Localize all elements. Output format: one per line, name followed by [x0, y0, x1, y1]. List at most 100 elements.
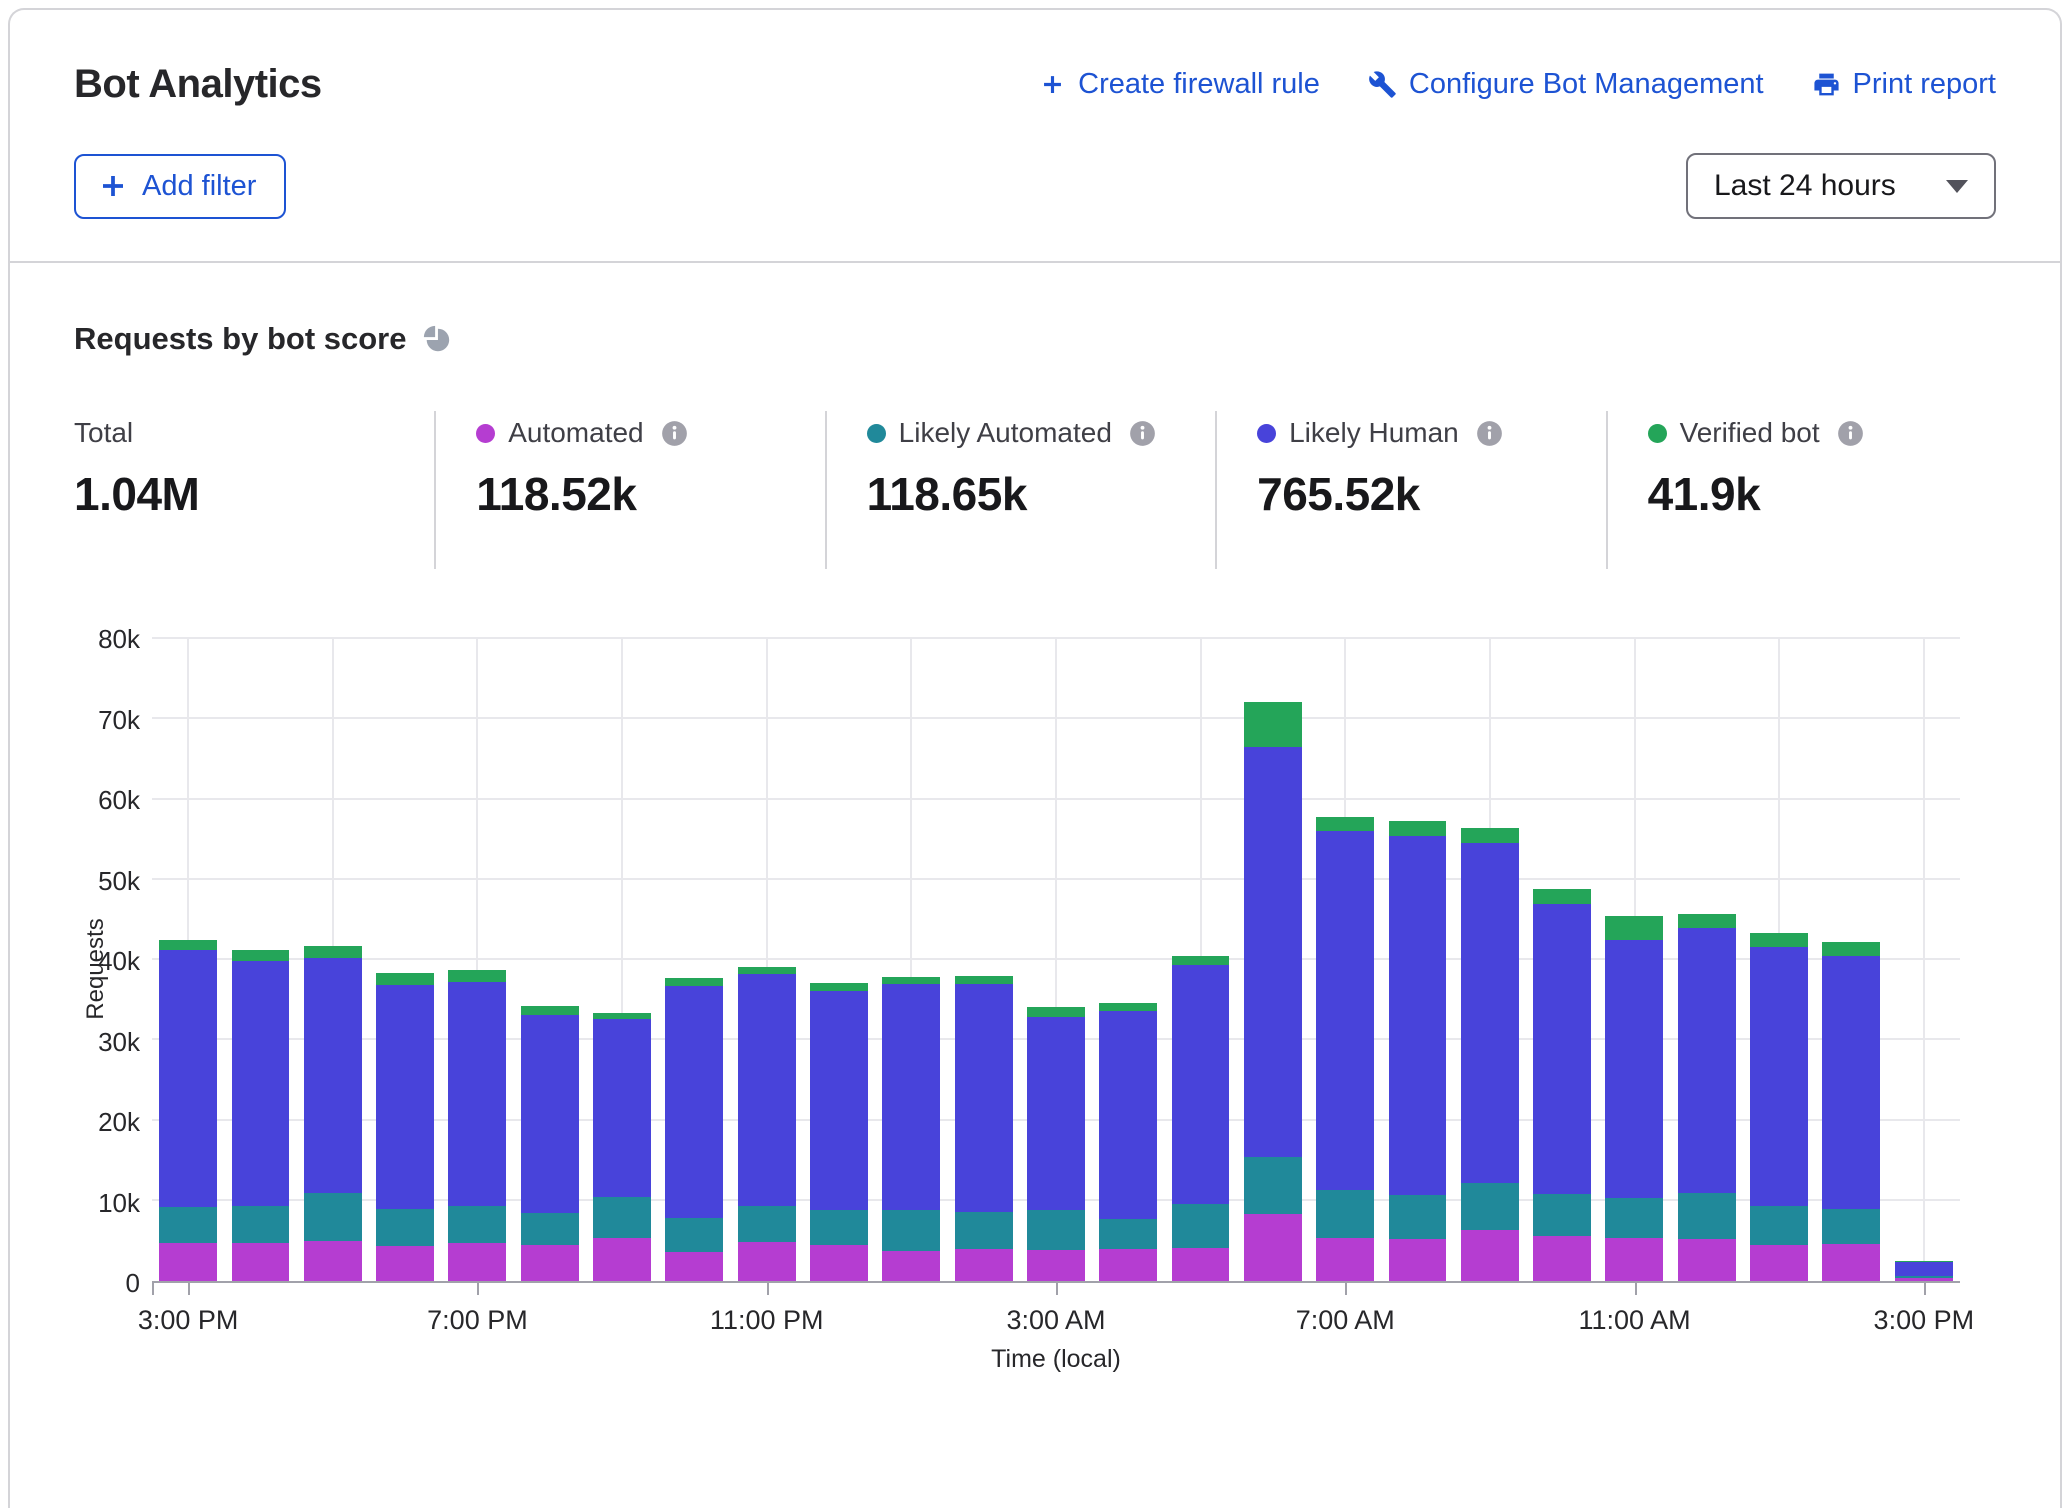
bar-7-00-am-16[interactable]	[1309, 639, 1381, 1281]
segment-automated	[232, 1243, 290, 1281]
bar-7-00-pm-4[interactable]	[441, 639, 513, 1281]
x-axis-tick	[152, 1283, 154, 1295]
bar-12-00-pm-21[interactable]	[1671, 639, 1743, 1281]
x-tick-label: 3:00 AM	[1006, 1305, 1105, 1336]
segment-verified-bot	[1099, 1003, 1157, 1012]
bar-10-00-pm-7[interactable]	[658, 639, 730, 1281]
configure-bot-management-label: Configure Bot Management	[1409, 68, 1764, 101]
stacked-bar[interactable]	[1895, 639, 1953, 1281]
bar-11-00-pm-8[interactable]	[731, 639, 803, 1281]
configure-bot-management-link[interactable]: Configure Bot Management	[1368, 68, 1764, 101]
info-icon[interactable]	[1837, 420, 1864, 447]
stacked-bar[interactable]	[1605, 639, 1663, 1281]
segment-likely-automated	[738, 1206, 796, 1242]
stacked-bar[interactable]	[955, 639, 1013, 1281]
bar-6-00-pm-3[interactable]	[369, 639, 441, 1281]
segment-likely-human	[1533, 904, 1591, 1195]
y-tick-label: 20k	[74, 1107, 140, 1138]
header-divider	[8, 261, 2062, 263]
stacked-bar[interactable]	[882, 639, 940, 1281]
stacked-bar[interactable]	[376, 639, 434, 1281]
bar-1-00-am-10[interactable]	[875, 639, 947, 1281]
bar-3-00-pm-0[interactable]	[152, 639, 224, 1281]
x-axis-tick	[188, 1283, 190, 1295]
stacked-bar[interactable]	[1099, 639, 1157, 1281]
segment-automated	[159, 1243, 217, 1281]
segment-likely-human	[1822, 956, 1880, 1209]
stacked-bar[interactable]	[1461, 639, 1519, 1281]
bar-4-00-am-13[interactable]	[1092, 639, 1164, 1281]
stacked-bar[interactable]	[1316, 639, 1374, 1281]
stacked-bar[interactable]	[1244, 639, 1302, 1281]
stacked-bar[interactable]	[810, 639, 868, 1281]
add-filter-button[interactable]: Add filter	[74, 154, 286, 219]
stacked-bar[interactable]	[1389, 639, 1447, 1281]
bar-8-00-pm-5[interactable]	[514, 639, 586, 1281]
info-icon[interactable]	[1476, 420, 1503, 447]
segment-likely-automated	[448, 1206, 506, 1243]
y-tick-label: 50k	[74, 866, 140, 897]
stat-total-label: Total	[74, 417, 133, 449]
bar-3-00-pm-24[interactable]	[1888, 639, 1960, 1281]
bar-10-00-am-19[interactable]	[1526, 639, 1598, 1281]
bar-1-00-pm-22[interactable]	[1743, 639, 1815, 1281]
time-range-select[interactable]: Last 24 hours	[1686, 153, 1996, 219]
segment-verified-bot	[1605, 916, 1663, 940]
bar-12-00-am-9[interactable]	[803, 639, 875, 1281]
bar-4-00-pm-1[interactable]	[224, 639, 296, 1281]
create-firewall-rule-link[interactable]: Create firewall rule	[1039, 68, 1320, 101]
bar-11-00-am-20[interactable]	[1598, 639, 1670, 1281]
segment-likely-human	[376, 985, 434, 1209]
stacked-bar[interactable]	[521, 639, 579, 1281]
segment-verified-bot	[1533, 889, 1591, 904]
bar-2-00-pm-23[interactable]	[1815, 639, 1887, 1281]
bar-3-00-am-12[interactable]	[1020, 639, 1092, 1281]
pie-chart-icon	[422, 324, 452, 354]
info-icon[interactable]	[1129, 420, 1156, 447]
bar-5-00-pm-2[interactable]	[297, 639, 369, 1281]
segment-likely-human	[1750, 947, 1808, 1206]
bar-9-00-am-18[interactable]	[1454, 639, 1526, 1281]
automated-legend-dot	[476, 424, 495, 443]
likely-automated-legend-dot	[867, 424, 886, 443]
segment-verified-bot	[159, 940, 217, 950]
segment-automated	[1172, 1248, 1230, 1281]
stacked-bar[interactable]	[448, 639, 506, 1281]
segment-automated	[955, 1249, 1013, 1281]
stacked-bar[interactable]	[1172, 639, 1230, 1281]
stacked-bar[interactable]	[1027, 639, 1085, 1281]
bar-2-00-am-11[interactable]	[947, 639, 1019, 1281]
stat-label: Automated	[508, 417, 643, 449]
stacked-bar[interactable]	[1533, 639, 1591, 1281]
stacked-bar[interactable]	[738, 639, 796, 1281]
stacked-bar[interactable]	[1750, 639, 1808, 1281]
stacked-bar[interactable]	[304, 639, 362, 1281]
stacked-bar[interactable]	[232, 639, 290, 1281]
bar-8-00-am-17[interactable]	[1381, 639, 1453, 1281]
stacked-bar[interactable]	[593, 639, 651, 1281]
y-tick-label: 30k	[74, 1027, 140, 1058]
segment-likely-automated	[232, 1206, 290, 1243]
bar-slots	[152, 639, 1960, 1281]
stacked-bar[interactable]	[1822, 639, 1880, 1281]
info-icon[interactable]	[661, 420, 688, 447]
y-tick-label: 70k	[74, 705, 140, 736]
segment-likely-human	[1027, 1017, 1085, 1210]
bar-5-00-am-14[interactable]	[1164, 639, 1236, 1281]
segment-verified-bot	[521, 1006, 579, 1015]
segment-verified-bot	[1750, 933, 1808, 947]
segment-likely-automated	[1533, 1194, 1591, 1236]
segment-likely-human	[593, 1019, 651, 1196]
stacked-bar[interactable]	[665, 639, 723, 1281]
x-axis-tick	[767, 1283, 769, 1295]
stacked-bar[interactable]	[159, 639, 217, 1281]
print-report-link[interactable]: Print report	[1812, 68, 1996, 101]
stat-value: 118.65k	[867, 467, 1215, 521]
stat-total: Total 1.04M	[74, 411, 434, 569]
stacked-bar[interactable]	[1678, 639, 1736, 1281]
bar-9-00-pm-6[interactable]	[586, 639, 658, 1281]
bar-6-00-am-15[interactable]	[1237, 639, 1309, 1281]
x-tick-label: 7:00 PM	[427, 1305, 528, 1336]
segment-verified-bot	[1678, 914, 1736, 928]
segment-likely-human	[1895, 1262, 1953, 1276]
